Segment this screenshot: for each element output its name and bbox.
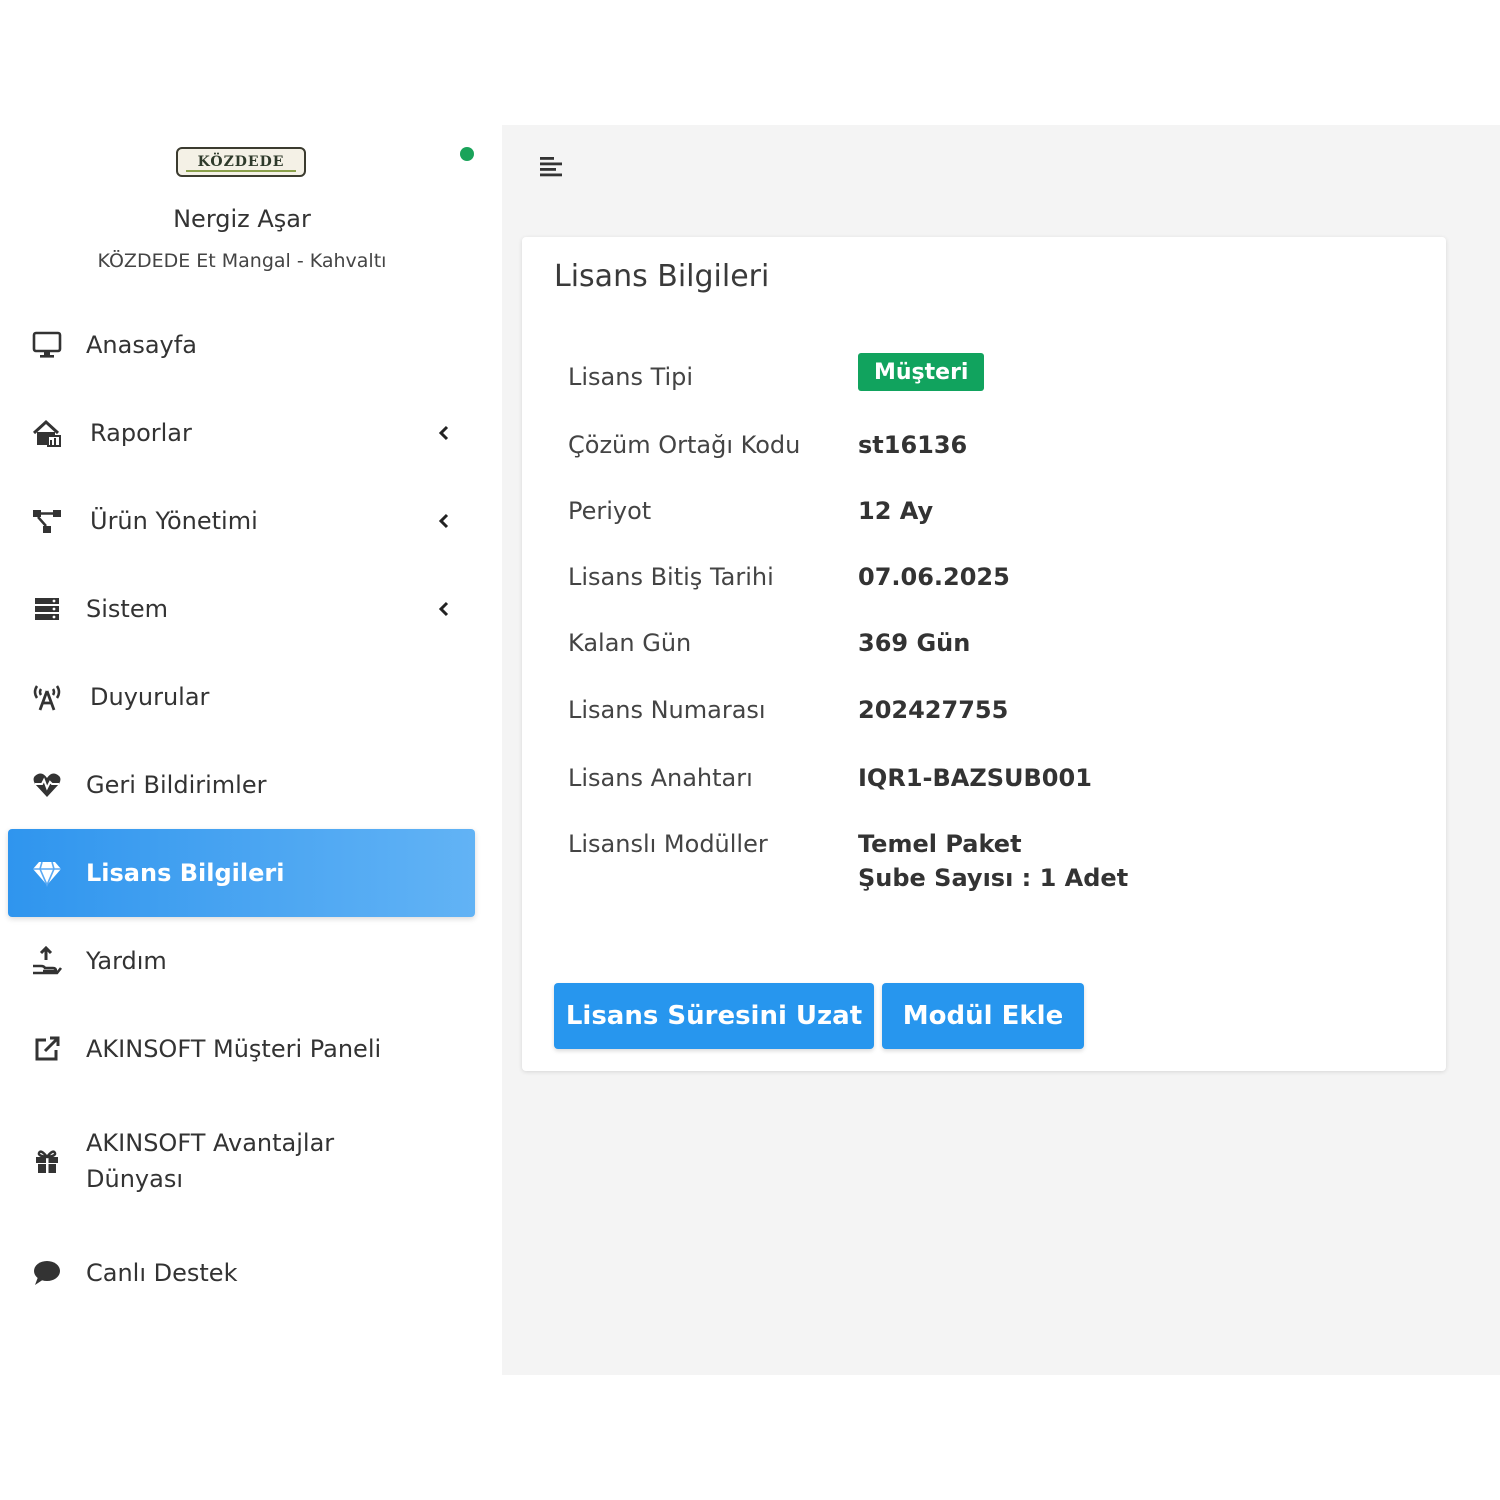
info-key: Çözüm Ortağı Kodu — [568, 431, 801, 459]
card-title: Lisans Bilgileri — [554, 259, 770, 294]
chevron-left-icon — [436, 599, 452, 619]
sidebar-item-label: AKINSOFT Müşteri Paneli — [86, 1035, 382, 1063]
sidebar-item-label: AKINSOFT Avantajlar Dünyası — [86, 1129, 335, 1193]
user-name: Nergiz Aşar — [173, 205, 311, 233]
sidebar-menu: Anasayfa Raporlar Ürün Yönetimi Sistem D… — [0, 301, 484, 1317]
info-value: 369 Gün — [858, 629, 971, 657]
info-key: Periyot — [568, 497, 652, 525]
license-type-badge: Müşteri — [858, 353, 985, 391]
main-content: Lisans Bilgileri Lisans Tipi Müşteri Çöz… — [502, 125, 1500, 1375]
info-key: Lisans Bitiş Tarihi — [568, 563, 774, 591]
sidebar-item-lisans-bilgileri[interactable]: Lisans Bilgileri — [8, 829, 475, 917]
monitor-icon — [30, 328, 64, 362]
sidebar-item-canli-destek[interactable]: Canlı Destek — [0, 1229, 484, 1317]
extend-license-button[interactable]: Lisans Süresini Uzat — [554, 983, 874, 1049]
info-key: Lisans Anahtarı — [568, 764, 753, 792]
company-logo: KÖZDEDE — [176, 147, 306, 177]
info-key: Lisanslı Modüller — [568, 830, 768, 858]
sidebar-item-duyurular[interactable]: Duyurular — [0, 653, 484, 741]
broadcast-icon — [30, 680, 64, 714]
sidebar-item-akinsoft-musteri-paneli[interactable]: AKINSOFT Müşteri Paneli — [0, 1005, 484, 1093]
sidebar-item-label: Geri Bildirimler — [86, 771, 267, 799]
profile-section: KÖZDEDE Nergiz Aşar KÖZDEDE Et Mangal - … — [0, 125, 484, 295]
info-value-branch-count: Şube Sayısı : 1 Adet — [858, 864, 1129, 892]
chevron-left-icon — [436, 511, 452, 531]
logo-text: KÖZDEDE — [197, 154, 285, 170]
info-value: 07.06.2025 — [858, 563, 1010, 591]
add-module-button[interactable]: Modül Ekle — [882, 983, 1084, 1049]
sidebar-item-label: Ürün Yönetimi — [90, 507, 258, 535]
gift-icon — [30, 1144, 64, 1178]
info-key: Lisans Tipi — [568, 363, 694, 391]
sidebar-item-label: Duyurular — [90, 683, 210, 711]
sidebar-item-urun-yonetimi[interactable]: Ürün Yönetimi — [0, 477, 484, 565]
info-value: IQR1-BAZSUB001 — [858, 764, 1092, 792]
info-key: Kalan Gün — [568, 629, 692, 657]
sidebar-item-akinsoft-avantajlar[interactable]: AKINSOFT Avantajlar Dünyası — [0, 1093, 484, 1229]
sidebar: KÖZDEDE Nergiz Aşar KÖZDEDE Et Mangal - … — [0, 125, 502, 1375]
sidebar-item-label: Anasayfa — [86, 331, 197, 359]
online-status-indicator — [460, 147, 474, 161]
sidebar-item-yardim[interactable]: Yardım — [0, 917, 484, 1005]
info-value: st16136 — [858, 431, 968, 459]
info-value: Temel Paket — [858, 830, 1022, 858]
sidebar-item-label: Sistem — [86, 595, 168, 623]
user-company: KÖZDEDE Et Mangal - Kahvaltı — [97, 250, 387, 272]
sidebar-item-label: Raporlar — [90, 419, 192, 447]
heart-pulse-icon — [30, 768, 64, 802]
nodes-icon — [30, 504, 64, 538]
info-value: 12 Ay — [858, 497, 934, 525]
info-key: Lisans Numarası — [568, 696, 766, 724]
diamond-icon — [30, 856, 64, 890]
logo-stripe — [186, 170, 296, 172]
sidebar-item-label: Yardım — [86, 947, 167, 975]
sidebar-item-sistem[interactable]: Sistem — [0, 565, 484, 653]
sidebar-item-label: Canlı Destek — [86, 1259, 238, 1287]
sidebar-item-raporlar[interactable]: Raporlar — [0, 389, 484, 477]
info-value: 202427755 — [858, 696, 1009, 724]
license-info-card: Lisans Bilgileri Lisans Tipi Müşteri Çöz… — [522, 237, 1446, 1071]
sidebar-item-anasayfa[interactable]: Anasayfa — [0, 301, 484, 389]
external-link-icon — [30, 1032, 64, 1066]
house-chart-icon — [30, 416, 64, 450]
chevron-left-icon — [436, 423, 452, 443]
sidebar-item-label: Lisans Bilgileri — [86, 859, 285, 887]
hand-holding-icon — [30, 944, 64, 978]
server-icon — [30, 592, 64, 626]
chat-bubble-icon — [30, 1256, 64, 1290]
sidebar-item-geri-bildirimler[interactable]: Geri Bildirimler — [0, 741, 484, 829]
menu-toggle-icon[interactable] — [538, 153, 568, 183]
